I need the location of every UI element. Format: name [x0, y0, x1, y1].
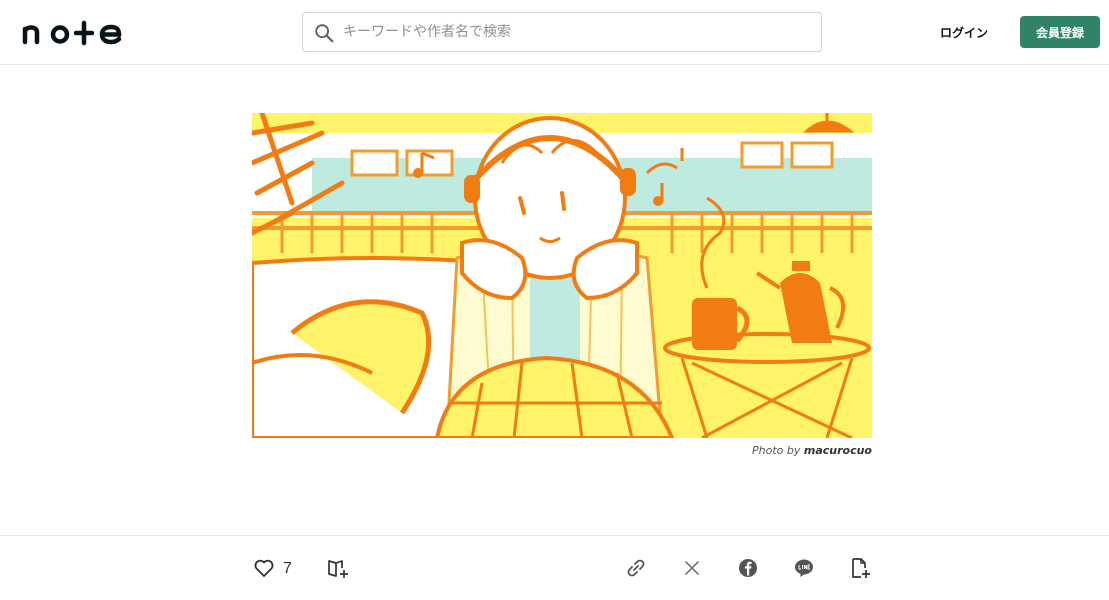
note-add-icon: [852, 558, 870, 578]
action-bar: 7: [0, 535, 1109, 600]
copy-link-button[interactable]: [624, 556, 648, 580]
facebook-icon: [739, 559, 757, 577]
illustration: [252, 113, 872, 438]
heart-icon: [254, 559, 274, 577]
eyecatch-image: [252, 113, 872, 438]
search-input[interactable]: [343, 13, 813, 51]
signup-button[interactable]: 会員登録: [1020, 16, 1100, 48]
link-icon: [627, 559, 645, 577]
photo-credit-author[interactable]: macurocuo: [804, 444, 872, 457]
site-header: ログイン 会員登録: [0, 0, 1109, 65]
x-icon: [685, 561, 699, 575]
share-x-button[interactable]: [680, 556, 704, 580]
search-box[interactable]: [302, 12, 822, 52]
photo-credit-prefix: Photo by: [751, 444, 801, 457]
photo-credit: Photo by macurocuo: [752, 444, 872, 457]
line-icon: [795, 559, 813, 577]
share-facebook-button[interactable]: [736, 556, 760, 580]
add-to-magazine-button[interactable]: [326, 556, 350, 580]
note-logo[interactable]: [22, 18, 126, 46]
search-icon: [315, 24, 334, 43]
like-button[interactable]: [252, 556, 276, 580]
login-button[interactable]: ログイン: [928, 20, 1000, 44]
share-line-button[interactable]: [792, 556, 816, 580]
magazine-add-icon: [328, 560, 348, 578]
embed-button[interactable]: [848, 556, 872, 580]
like-count: 7: [283, 560, 292, 577]
